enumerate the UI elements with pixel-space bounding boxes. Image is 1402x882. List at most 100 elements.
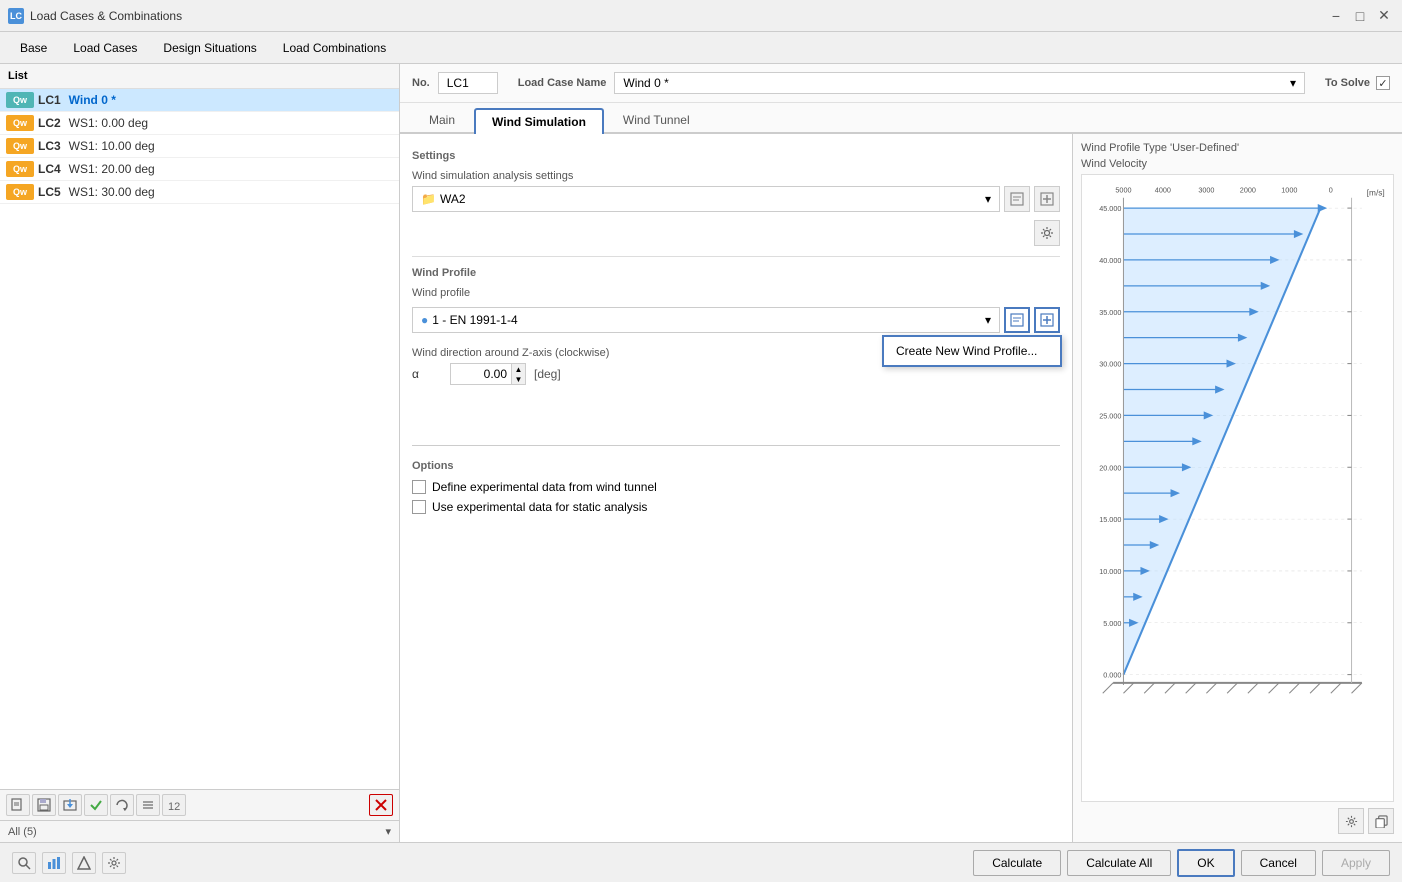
- info-row: No. LC1 Load Case Name Wind 0 * ▾ To Sol…: [400, 64, 1402, 103]
- lc5-name: WS1: 30.00 deg: [69, 185, 155, 199]
- chart-area: [m/s] 45.000 40.000 35.000 30.000 25.000: [1081, 174, 1394, 802]
- list-item[interactable]: Qw LC1 Wind 0 *: [0, 89, 399, 112]
- chart-title-1: Wind Profile Type 'User-Defined': [1081, 142, 1394, 154]
- list-item[interactable]: Qw LC2 WS1: 0.00 deg: [0, 112, 399, 135]
- ok-btn[interactable]: OK: [1177, 849, 1234, 877]
- folder-icon: 📁: [421, 192, 436, 206]
- experimental-wind-tunnel-checkbox[interactable]: [412, 480, 426, 494]
- lc1-badge: Qw: [6, 92, 34, 108]
- minimize-btn[interactable]: −: [1326, 6, 1346, 26]
- no-field: No. LC1: [412, 72, 498, 94]
- menu-load-cases[interactable]: Load Cases: [61, 37, 149, 59]
- wind-profile-dropdown-arrow: ▾: [985, 313, 991, 327]
- checkbox-row-1: Define experimental data from wind tunne…: [412, 480, 1060, 494]
- window-controls: − □ ✕: [1326, 6, 1394, 26]
- svg-text:45.000: 45.000: [1099, 204, 1121, 213]
- svg-text:0: 0: [1329, 186, 1333, 195]
- chart-title-2: Wind Velocity: [1081, 158, 1394, 170]
- delete-btn[interactable]: [369, 794, 393, 816]
- cancel-btn[interactable]: Cancel: [1241, 850, 1316, 876]
- bottom-left-tools: [12, 852, 126, 874]
- export-btn[interactable]: [58, 794, 82, 816]
- menu-load-combinations[interactable]: Load Combinations: [271, 37, 398, 59]
- calculate-all-btn[interactable]: Calculate All: [1067, 850, 1171, 876]
- list-item[interactable]: Qw LC4 WS1: 20.00 deg: [0, 158, 399, 181]
- sort-btn[interactable]: 12: [162, 794, 186, 816]
- wind-sim-value: WA2: [440, 192, 466, 206]
- lc3-badge: Qw: [6, 138, 34, 154]
- wind-profile-sub-label: Wind profile: [412, 287, 1060, 299]
- svg-text:35.000: 35.000: [1099, 308, 1121, 317]
- to-solve-field: To Solve: [1325, 76, 1390, 90]
- settings-section-label: Settings: [412, 150, 1060, 162]
- list-header: List: [0, 64, 399, 89]
- chart-copy-btn[interactable]: [1368, 808, 1394, 834]
- content-area: Settings Wind simulation analysis settin…: [400, 134, 1402, 842]
- tab-wind-tunnel[interactable]: Wind Tunnel: [606, 107, 707, 132]
- menu-base[interactable]: Base: [8, 37, 59, 59]
- wind-sim-edit-btn[interactable]: [1004, 186, 1030, 212]
- chart-panel: Wind Profile Type 'User-Defined' Wind Ve…: [1072, 134, 1402, 842]
- spinbox-up[interactable]: ▲: [511, 364, 525, 374]
- lc5-id: LC5: [38, 185, 61, 199]
- search-tool-btn[interactable]: [12, 852, 36, 874]
- tab-main[interactable]: Main: [412, 107, 472, 132]
- experimental-wind-tunnel-label: Define experimental data from wind tunne…: [432, 480, 657, 494]
- geometry-tool-btn[interactable]: [72, 852, 96, 874]
- refresh-btn[interactable]: [110, 794, 134, 816]
- alpha-spinbox[interactable]: ▲ ▼: [450, 363, 526, 385]
- name-field: Load Case Name Wind 0 * ▾: [518, 72, 1305, 94]
- wind-profile-label: Wind Profile: [412, 267, 1060, 279]
- svg-text:[m/s]: [m/s]: [1367, 188, 1385, 198]
- maximize-btn[interactable]: □: [1350, 6, 1370, 26]
- lc3-id: LC3: [38, 139, 61, 153]
- new-btn[interactable]: [6, 794, 30, 816]
- footer-count: All (5): [8, 826, 37, 838]
- settings-gear-btn[interactable]: [1034, 220, 1060, 246]
- left-footer: All (5) ▾: [0, 820, 399, 842]
- to-solve-checkbox[interactable]: [1376, 76, 1390, 90]
- tab-wind-simulation[interactable]: Wind Simulation: [474, 108, 604, 134]
- settings-tool-btn[interactable]: [102, 852, 126, 874]
- lc1-name: Wind 0 *: [69, 93, 116, 107]
- list-item[interactable]: Qw LC3 WS1: 10.00 deg: [0, 135, 399, 158]
- wind-sim-add-btn[interactable]: [1034, 186, 1060, 212]
- svg-text:1000: 1000: [1281, 186, 1297, 195]
- bottom-bar: Calculate Calculate All OK Cancel Apply: [0, 842, 1402, 882]
- wind-sim-dropdown-row: 📁 WA2 ▾: [412, 186, 1060, 212]
- spinbox-down[interactable]: ▼: [511, 374, 525, 384]
- wind-sim-dropdown[interactable]: 📁 WA2 ▾: [412, 186, 1000, 212]
- validate-btn[interactable]: [84, 794, 108, 816]
- svg-text:2000: 2000: [1240, 186, 1256, 195]
- create-new-wind-profile-item[interactable]: Create New Wind Profile...: [886, 339, 1058, 363]
- calculate-btn[interactable]: Calculate: [973, 850, 1061, 876]
- lc4-name: WS1: 20.00 deg: [69, 162, 155, 176]
- chart-toolbar: [1081, 808, 1394, 834]
- alpha-input[interactable]: [451, 365, 511, 383]
- svg-text:20.000: 20.000: [1099, 463, 1121, 472]
- load-case-name-dropdown[interactable]: Wind 0 * ▾: [614, 72, 1305, 94]
- no-value[interactable]: LC1: [438, 72, 498, 94]
- footer-dropdown-icon[interactable]: ▾: [385, 825, 391, 838]
- close-btn[interactable]: ✕: [1374, 6, 1394, 26]
- lc2-id: LC2: [38, 116, 61, 130]
- wind-profile-dropdown[interactable]: ● 1 - EN 1991-1-4 ▾: [412, 307, 1000, 333]
- chart-tool-btn[interactable]: [42, 852, 66, 874]
- list-item[interactable]: Qw LC5 WS1: 30.00 deg: [0, 181, 399, 204]
- lc3-name: WS1: 10.00 deg: [69, 139, 155, 153]
- name-label: Load Case Name: [518, 77, 607, 89]
- chart-settings-btn[interactable]: [1338, 808, 1364, 834]
- wind-profile-edit-btn[interactable]: [1004, 307, 1030, 333]
- lc2-name: WS1: 0.00 deg: [69, 116, 148, 130]
- use-experimental-checkbox[interactable]: [412, 500, 426, 514]
- save-btn[interactable]: [32, 794, 56, 816]
- no-label: No.: [412, 77, 430, 89]
- to-solve-label: To Solve: [1325, 77, 1370, 89]
- apply-btn[interactable]: Apply: [1322, 850, 1390, 876]
- context-popup: Create New Wind Profile...: [882, 335, 1062, 367]
- spinbox-arrows: ▲ ▼: [511, 364, 525, 384]
- menu-design-situations[interactable]: Design Situations: [151, 37, 268, 59]
- svg-text:25.000: 25.000: [1099, 412, 1121, 421]
- sync-btn[interactable]: [136, 794, 160, 816]
- wind-profile-new-btn[interactable]: [1034, 307, 1060, 333]
